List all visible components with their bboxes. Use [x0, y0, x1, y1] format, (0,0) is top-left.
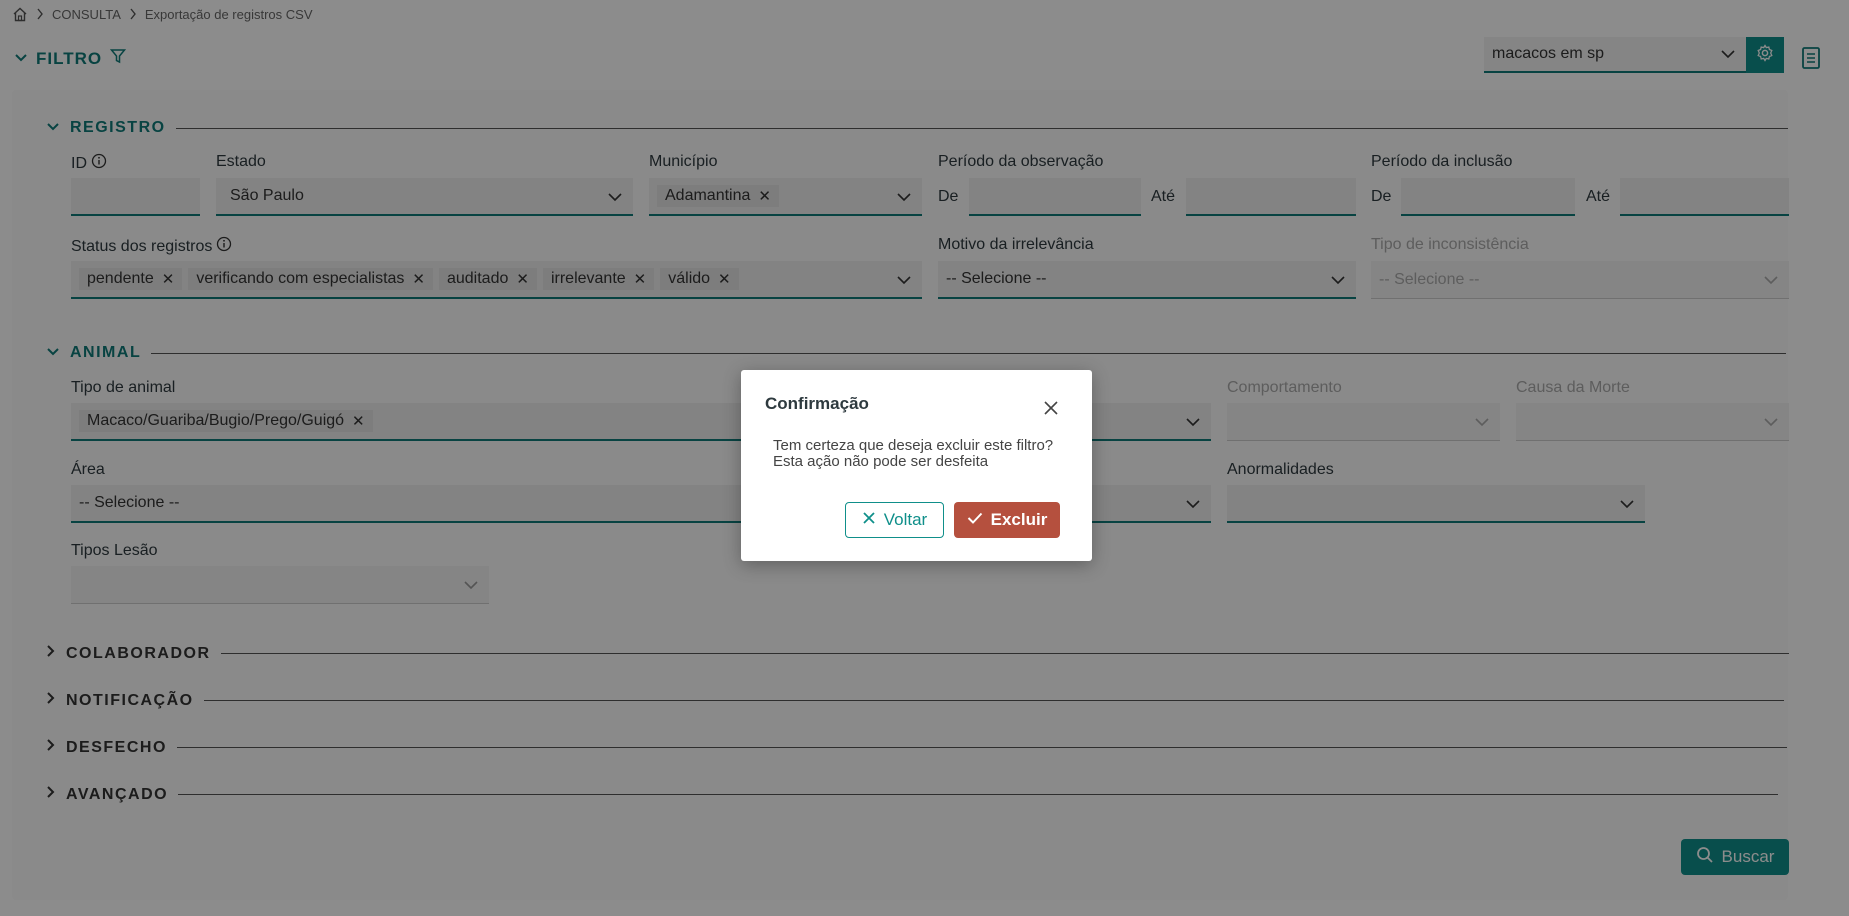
delete-button[interactable]: Excluir	[954, 502, 1060, 538]
close-icon	[862, 510, 876, 530]
delete-button-label: Excluir	[990, 510, 1048, 529]
dialog-message: Tem certeza que deseja excluir este filt…	[773, 437, 1054, 470]
close-icon[interactable]	[1043, 400, 1059, 421]
back-button-label: Voltar	[883, 510, 928, 529]
back-button[interactable]: Voltar	[845, 502, 944, 538]
dialog-title: Confirmação	[765, 394, 869, 413]
check-icon	[967, 510, 983, 530]
confirmation-dialog: Confirmação Tem certeza que deseja exclu…	[741, 370, 1092, 561]
